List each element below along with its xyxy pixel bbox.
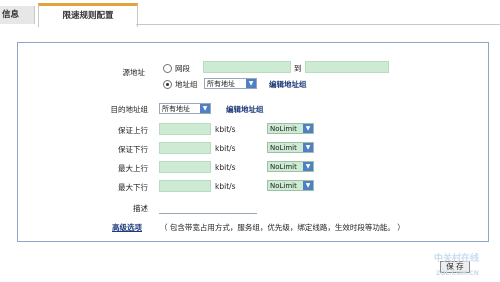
tab-info[interactable]: 信息 [0,6,35,24]
dest-address-label: 目的地址组 [110,105,149,114]
max-up-unit: kbit/s [215,163,236,172]
chevron-down-icon: ▼ [303,162,313,171]
max-up-input[interactable] [159,161,211,173]
chevron-down-icon: ▼ [303,143,313,152]
guaranteed-down-unit: kbit/s [215,144,236,153]
dest-group-value: 所有地址 [162,105,190,113]
segment-to-label: 到 [294,64,302,73]
max-down-label: 最大下行 [118,183,148,192]
chevron-down-icon: ▼ [303,124,313,133]
guaranteed-up-label: 保证上行 [118,126,148,135]
guaranteed-down-select[interactable]: NoLimit ▼ [267,142,314,153]
max-down-input[interactable] [159,180,211,192]
watermark-sub: ZOL.COM.CN [436,270,479,277]
max-down-select[interactable]: NoLimit ▼ [267,180,314,191]
source-group-value: 所有地址 [207,80,235,88]
watermark-logo: 中关村在线 [434,254,480,264]
max-up-select[interactable]: NoLimit ▼ [267,161,314,172]
chevron-down-icon: ▼ [246,79,256,88]
source-address-label: 源地址 [122,68,146,77]
guaranteed-down-input[interactable] [159,142,211,154]
tab-bar: 信息 限速规则配置 [0,0,500,27]
radio-segment-label: 网段 [175,64,190,73]
advanced-options-link[interactable]: 高级选项 [112,222,142,233]
source-group-select[interactable]: 所有地址 ▼ [204,78,257,89]
chevron-down-icon: ▼ [200,104,210,113]
guaranteed-up-value: NoLimit [270,125,297,133]
chevron-down-icon: ▼ [303,181,313,190]
radio-segment[interactable] [163,64,172,73]
tab-divider [136,24,500,25]
tab-rate-limit-config[interactable]: 限速规则配置 [38,3,138,27]
advanced-options-hint: （ 包含带宽占用方式，服务组，优先级，绑定线路，生效时段等功能。 ） [160,223,405,232]
max-down-value: NoLimit [270,182,297,190]
segment-start-input[interactable] [203,61,291,73]
segment-end-input[interactable] [305,61,389,73]
description-input[interactable] [159,213,257,214]
radio-address-group-label: 地址组 [175,80,198,89]
guaranteed-up-select[interactable]: NoLimit ▼ [267,123,314,134]
max-up-value: NoLimit [270,163,297,171]
guaranteed-up-input[interactable] [159,123,211,135]
guaranteed-up-unit: kbit/s [215,125,236,134]
guaranteed-down-value: NoLimit [270,144,297,152]
rate-limit-form: 源地址 网段 到 地址组 所有地址 ▼ 编辑地址组 目的地址组 所有地址 ▼ 编… [17,42,489,242]
edit-address-group-link[interactable]: 编辑地址组 [269,79,307,90]
description-label: 描述 [133,204,148,213]
max-down-unit: kbit/s [215,182,236,191]
dest-group-select[interactable]: 所有地址 ▼ [159,103,211,114]
guaranteed-down-label: 保证下行 [118,145,148,154]
radio-address-group[interactable] [163,80,172,89]
edit-dest-group-link[interactable]: 编辑地址组 [226,104,264,115]
max-up-label: 最大上行 [118,164,148,173]
